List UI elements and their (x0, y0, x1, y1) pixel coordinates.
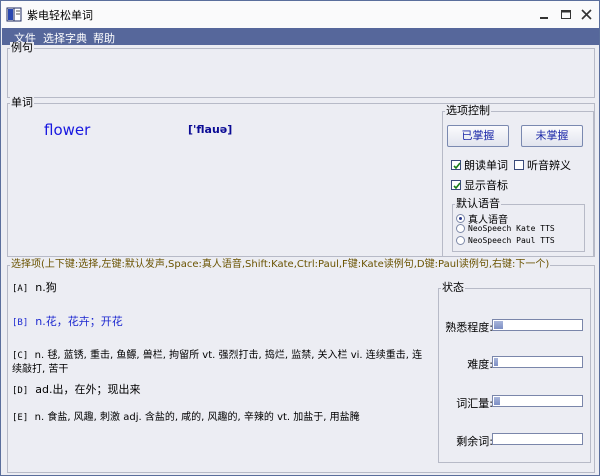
choice-item-e[interactable]: [E] n. 食盐, 风趣, 刺激 adj. 含盐的, 咸的, 风趣的, 辛辣的… (12, 411, 432, 425)
choice-key: [C] (12, 351, 29, 361)
voice-option-paul[interactable]: NeoSpeech Paul TTS (456, 236, 555, 245)
radio-selected-icon (456, 214, 465, 223)
choice-key: [A] (12, 284, 29, 294)
menu-bar: 文件 选择字典 帮助 (2, 28, 599, 45)
voice-option-label: NeoSpeech Kate TTS (468, 224, 555, 233)
choice-text: ad.出，在外；现出来 (35, 383, 141, 396)
choice-key: [D] (12, 386, 29, 396)
voice-option-kate[interactable]: NeoSpeech Kate TTS (456, 224, 555, 233)
read-word-checkbox[interactable]: 朗读单词 (451, 157, 508, 173)
read-word-label: 朗读单词 (464, 159, 508, 172)
familiarity-label: 熟悉程度: (445, 321, 493, 334)
choice-key: [B] (12, 318, 29, 328)
difficulty-bar (492, 356, 583, 368)
vocabulary-bar-fill (494, 397, 500, 405)
choice-text: n.狗 (35, 281, 57, 294)
options-group-title: 选项控制 (445, 104, 491, 117)
radio-unselected-icon (456, 224, 465, 233)
close-button[interactable] (577, 6, 597, 24)
choice-text: n. 毬, 蓝锈, 重击, 鱼鳔, 兽栏, 拘留所 vt. 强烈打击, 捣烂, … (12, 350, 423, 375)
remaining-words-label: 剩余词: (456, 435, 493, 448)
familiarity-bar (492, 319, 583, 331)
choice-key: [E] (12, 413, 29, 423)
listen-mode-checkbox[interactable]: 听音辨义 (514, 157, 571, 173)
radio-unselected-icon (456, 236, 465, 245)
word-text: flower (44, 121, 91, 139)
show-phonetic-checkbox[interactable]: 显示音标 (451, 177, 508, 193)
mastered-button[interactable]: 已掌握 (447, 125, 509, 147)
menu-select-dictionary[interactable]: 选择字典 (43, 30, 87, 46)
voice-option-label: NeoSpeech Paul TTS (468, 236, 555, 245)
choice-item-c[interactable]: [C] n. 毬, 蓝锈, 重击, 鱼鳔, 兽栏, 拘留所 vt. 强烈打击, … (12, 349, 432, 377)
voice-group-title: 默认语音 (455, 197, 501, 210)
choice-text: n.花，花卉；开花 (35, 315, 123, 328)
vocabulary-bar (492, 395, 583, 407)
difficulty-bar-fill (494, 358, 498, 366)
remaining-words-bar (492, 433, 583, 445)
status-group-title: 状态 (441, 281, 465, 294)
choice-item-b[interactable]: [B] n.花，花卉；开花 (12, 315, 123, 330)
app-window: 紫电轻松单词 文件 选择字典 帮助 例句 单词 flower ['flauə] … (0, 0, 600, 476)
listen-mode-label: 听音辨义 (527, 159, 571, 172)
checkbox-checked-icon (451, 160, 461, 170)
checkbox-unchecked-icon (514, 160, 524, 170)
minimize-button[interactable] (534, 6, 554, 24)
choice-item-d[interactable]: [D] ad.出，在外；现出来 (12, 383, 141, 398)
maximize-button[interactable] (556, 6, 576, 24)
show-phonetic-label: 显示音标 (464, 179, 508, 192)
choices-group-title: 选择项(上下键:选择,左键:默认发声,Space:真人语音,Shift:Kate… (10, 259, 551, 271)
unmastered-button[interactable]: 未掌握 (521, 125, 583, 147)
vocabulary-label: 词汇量: (456, 397, 493, 410)
checkbox-checked-icon (451, 180, 461, 190)
difficulty-label: 难度: (467, 358, 493, 371)
phonetic-text: ['flauə] (188, 123, 233, 136)
example-group-title: 例句 (10, 41, 34, 54)
familiarity-bar-fill (494, 321, 503, 329)
book-icon (6, 7, 22, 22)
title-bar[interactable]: 紫电轻松单词 (1, 1, 599, 28)
word-group-title: 单词 (10, 96, 34, 109)
choice-text: n. 食盐, 风趣, 刺激 adj. 含盐的, 咸的, 风趣的, 辛辣的 vt.… (34, 412, 360, 423)
menu-help[interactable]: 帮助 (93, 30, 115, 46)
window-title: 紫电轻松单词 (27, 9, 93, 22)
example-group: 例句 (7, 42, 595, 98)
choice-item-a[interactable]: [A] n.狗 (12, 281, 57, 296)
